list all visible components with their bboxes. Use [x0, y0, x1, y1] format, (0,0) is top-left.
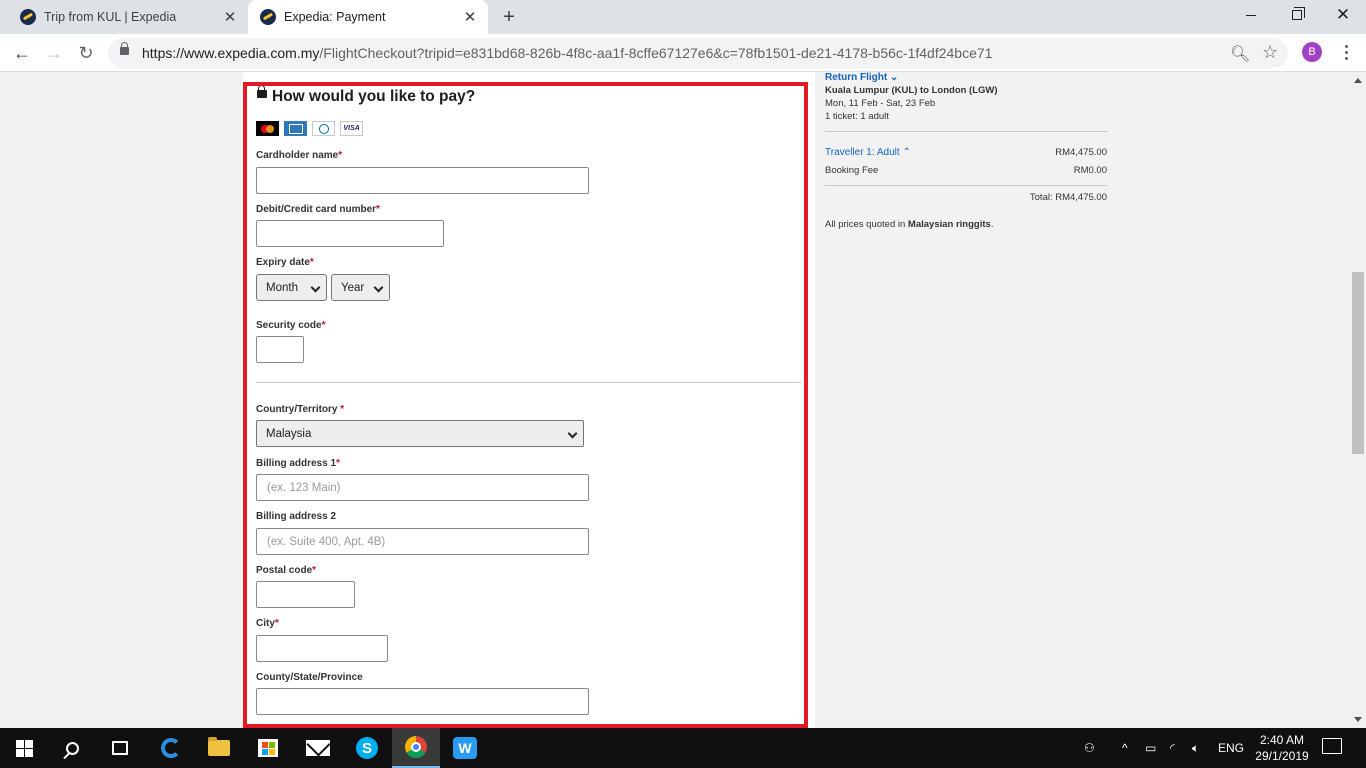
chrome-taskbar-button[interactable] [392, 728, 440, 768]
tab-title: Trip from KUL | Expedia [44, 10, 177, 24]
tray-chevron-up-icon[interactable]: ^ [1122, 728, 1128, 768]
address-bar[interactable]: https://www.expedia.com.my/FlightCheckou… [108, 38, 1288, 68]
back-button[interactable]: ← [8, 39, 36, 67]
forward-button[interactable]: → [40, 39, 68, 67]
wps-taskbar-button[interactable]: W [441, 728, 489, 768]
travel-dates: Mon, 11 Feb - Sat, 23 Feb [825, 98, 936, 109]
search-icon [65, 741, 79, 755]
close-tab-icon[interactable]: ✕ [220, 7, 240, 27]
tab-expedia-payment[interactable]: Expedia: Payment ✕ [248, 0, 488, 34]
folder-icon [208, 737, 230, 756]
browser-menu-icon[interactable] [1338, 40, 1354, 64]
minimize-button[interactable] [1228, 0, 1274, 30]
action-center-icon[interactable] [1322, 738, 1342, 754]
new-tab-button[interactable]: + [498, 6, 520, 28]
skype-icon: S [356, 737, 378, 759]
page-viewport: How would you like to pay? VISA Cardhold… [0, 72, 1350, 728]
expedia-favicon-icon [260, 9, 276, 25]
chevron-down-icon: ⌄ [890, 72, 899, 83]
start-button[interactable] [0, 728, 48, 768]
scroll-up-arrow-icon[interactable] [1354, 78, 1362, 83]
edge-taskbar-button[interactable] [147, 728, 195, 768]
tab-trip-from-kul[interactable]: Trip from KUL | Expedia ✕ [8, 0, 248, 34]
expedia-favicon-icon [20, 9, 36, 25]
search-button[interactable] [48, 728, 96, 768]
people-icon[interactable]: ⚇ [1084, 728, 1095, 768]
traveller-toggle[interactable]: Traveller 1: Adult ⌃ [825, 147, 911, 158]
booking-fee-price: RM0.00 [1073, 165, 1107, 176]
reload-button[interactable]: ↻ [72, 39, 100, 67]
task-view-button[interactable] [96, 728, 144, 768]
tab-strip: Trip from KUL | Expedia ✕ Expedia: Payme… [0, 0, 1366, 34]
restore-button[interactable] [1274, 0, 1320, 30]
route: Kuala Lumpur (KUL) to London (LGW) [825, 85, 998, 96]
booking-fee-label: Booking Fee [825, 165, 879, 176]
browser-toolbar: ← → ↻ https://www.expedia.com.my/FlightC… [0, 34, 1366, 72]
taskbar: S W ⚇ ^ ▭ ◜ 🔈︎ ENG 2:40 AM 29/1/2019 [0, 728, 1366, 768]
wifi-icon[interactable]: ◜ [1170, 728, 1175, 768]
tab-title: Expedia: Payment [284, 10, 386, 24]
scrollbar-thumb[interactable] [1352, 272, 1364, 454]
return-flight-toggle[interactable]: Return Flight ⌄ [825, 72, 898, 83]
mail-icon [306, 740, 330, 756]
windows-logo-icon [15, 739, 33, 757]
clock-date: 29/1/2019 [1255, 749, 1309, 763]
battery-icon[interactable]: ▭ [1145, 728, 1156, 768]
task-view-icon [112, 741, 128, 755]
profile-avatar[interactable]: B [1302, 42, 1322, 62]
store-taskbar-button[interactable] [244, 728, 292, 768]
clock[interactable]: 2:40 AM 29/1/2019 [1252, 732, 1312, 764]
clock-time: 2:40 AM [1259, 733, 1305, 747]
payment-highlight-box [243, 82, 808, 728]
store-icon [258, 739, 278, 757]
scroll-down-arrow-icon[interactable] [1354, 717, 1362, 722]
summary-divider [825, 131, 1107, 132]
close-tab-icon[interactable]: ✕ [460, 7, 480, 27]
language-indicator[interactable]: ENG [1218, 728, 1244, 768]
bookmark-star-icon[interactable]: ☆ [1262, 42, 1278, 63]
total-price: Total: RM4,475.00 [1029, 192, 1107, 203]
chevron-up-icon: ⌃ [902, 147, 911, 158]
traveller-price: RM4,475.00 [1055, 147, 1107, 158]
mail-taskbar-button[interactable] [294, 728, 342, 768]
chrome-icon [405, 736, 427, 758]
volume-icon[interactable]: 🔈︎ [1192, 728, 1199, 768]
ticket-count: 1 ticket: 1 adult [825, 111, 889, 122]
close-window-button[interactable]: ✕ [1320, 0, 1366, 30]
wps-icon: W [453, 737, 477, 759]
summary-divider [825, 185, 1107, 186]
file-explorer-taskbar-button[interactable] [195, 728, 243, 768]
edge-icon [161, 738, 181, 758]
lock-icon[interactable] [120, 42, 129, 55]
currency-note: All prices quoted in Malaysian ringgits. [825, 219, 994, 230]
page-scrollbar[interactable] [1350, 72, 1366, 728]
skype-taskbar-button[interactable]: S [343, 728, 391, 768]
zoom-icon[interactable]: 🔍︎ [1230, 44, 1250, 64]
url-text[interactable]: https://www.expedia.com.my/FlightCheckou… [142, 45, 992, 61]
